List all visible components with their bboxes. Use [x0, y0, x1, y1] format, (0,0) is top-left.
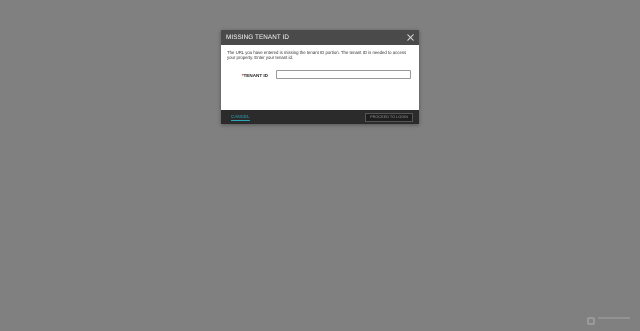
- tenant-id-row: *TENANT ID: [221, 70, 419, 81]
- tenant-id-input[interactable]: [276, 70, 411, 79]
- dialog-title: MISSING TENANT ID: [226, 34, 290, 41]
- proceed-to-login-button[interactable]: PROCEED TO LOGIN: [365, 113, 413, 122]
- tenant-id-label: *TENANT ID: [238, 72, 268, 79]
- dialog-body: The URL you have entered is missing the …: [221, 45, 419, 110]
- logo-watermark: [586, 313, 632, 325]
- logo-watermark-icon: [586, 313, 596, 331]
- watermark-bar: [598, 317, 630, 319]
- close-icon[interactable]: [406, 33, 415, 42]
- dialog-message: The URL you have entered is missing the …: [227, 50, 407, 61]
- tenant-id-label-text: TENANT ID: [243, 73, 269, 78]
- missing-tenant-dialog: MISSING TENANT ID The URL you have enter…: [221, 30, 419, 124]
- dialog-footer: CANCEL PROCEED TO LOGIN: [221, 110, 419, 124]
- cancel-button[interactable]: CANCEL: [231, 114, 250, 121]
- dialog-header: MISSING TENANT ID: [221, 30, 419, 45]
